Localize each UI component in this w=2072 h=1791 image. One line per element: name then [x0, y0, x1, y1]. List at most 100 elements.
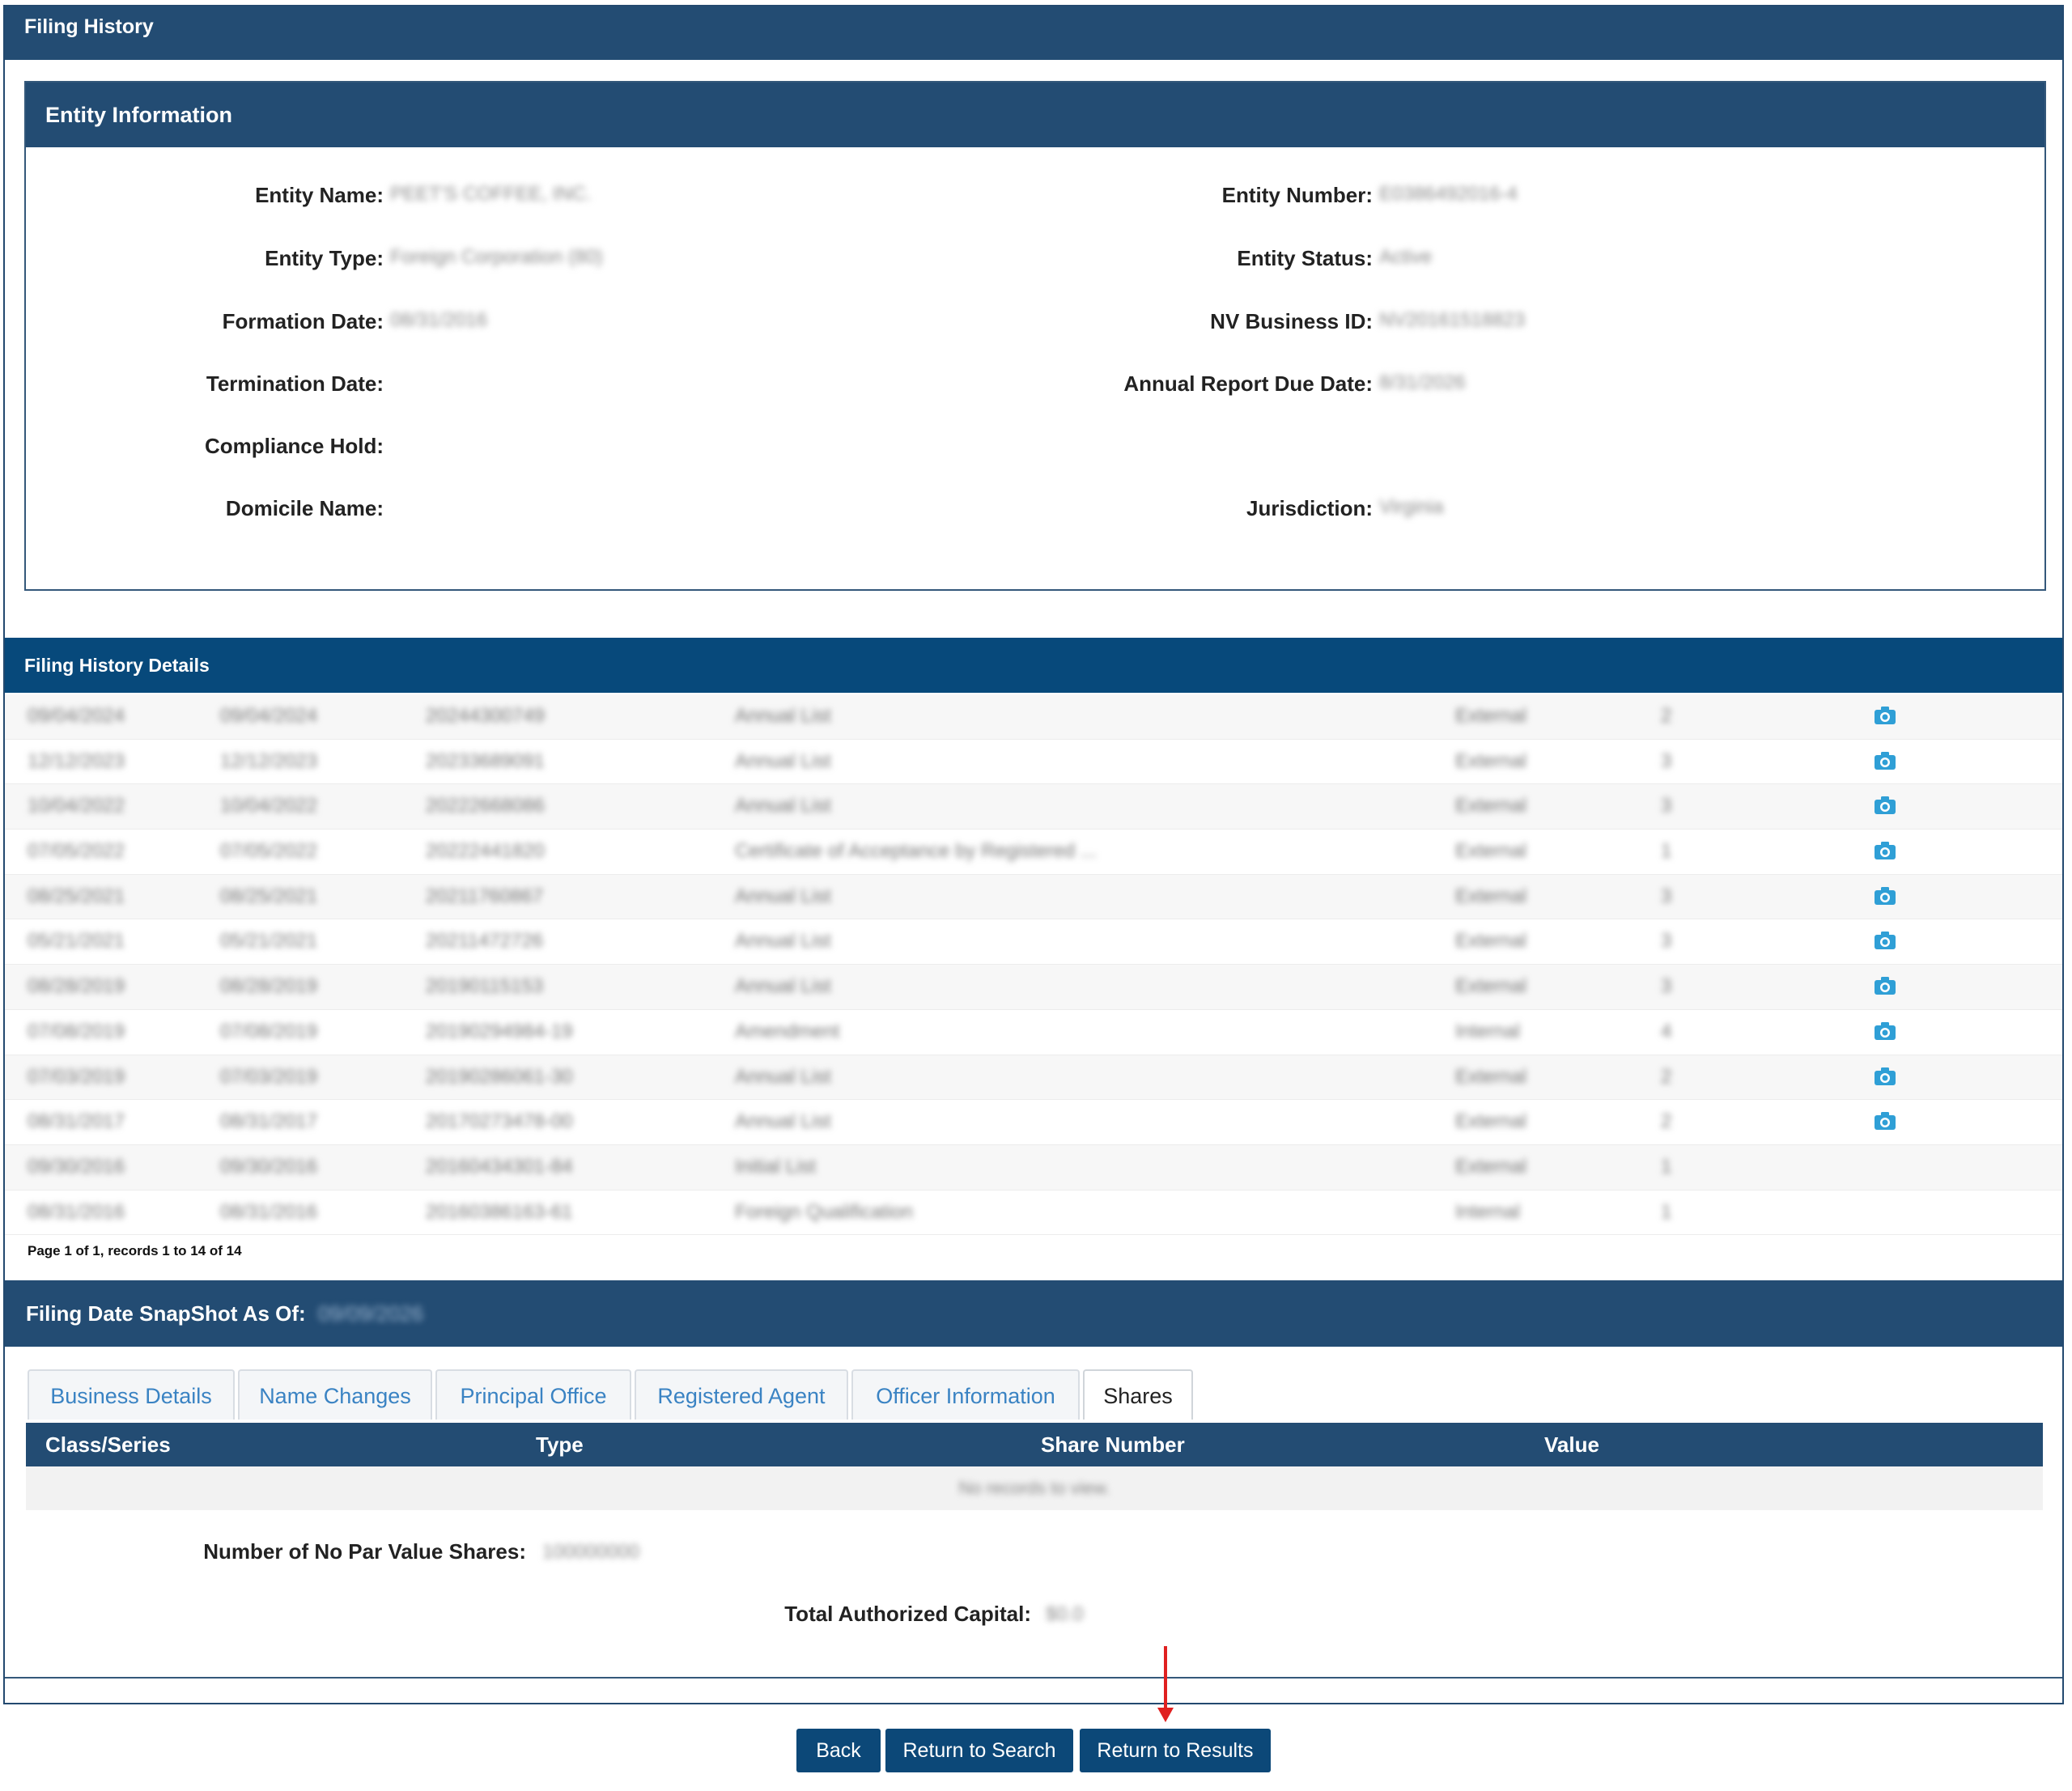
cell-pages: 3	[1661, 975, 1672, 998]
entity-name-value: PEET'S COFFEE, INC.	[390, 183, 592, 205]
cell-file-date: 08/31/2016	[28, 1200, 125, 1223]
domicile-name-label: Domicile Name:	[225, 496, 384, 520]
formation-date-label: Formation Date:	[222, 309, 384, 333]
termination-date-label: Termination Date:	[206, 371, 384, 396]
cell-filing-number: 20190286061-30	[426, 1065, 573, 1088]
camera-icon[interactable]	[1873, 1021, 1897, 1042]
camera-icon[interactable]	[1873, 930, 1897, 951]
cell-file-date: 10/04/2022	[28, 795, 125, 817]
cell-document-type: Initial List	[735, 1155, 817, 1178]
no-par-shares-label: Number of No Par Value Shares:	[203, 1539, 526, 1564]
table-row: 08/31/2017 08/31/2017 20170273478-00 Annual…	[5, 1100, 2062, 1145]
cell-file-date: 09/04/2024	[28, 705, 125, 727]
cell-file-date: 08/28/2019	[28, 975, 125, 998]
table-row: 08/25/2021 08/25/2021 20211760867 Annual Li…	[5, 874, 2062, 920]
cell-effective-date: 07/05/2022	[220, 840, 318, 863]
total-capital-label: Total Authorized Capital:	[784, 1602, 1031, 1626]
table-row: 08/28/2019 08/28/2019 20190115153 Annual Li…	[5, 965, 2062, 1010]
table-row: 12/12/2023 12/12/2023 20233689091 Annual Li…	[5, 740, 2062, 785]
entity-number-label: Entity Number:	[1221, 183, 1373, 207]
snapshot-label: Filing Date SnapShot As Of:	[26, 1301, 306, 1326]
cell-effective-date: 08/28/2019	[220, 975, 318, 998]
cell-filing-number: 20190115153	[426, 975, 544, 998]
cell-document-type: Annual List	[735, 1110, 831, 1133]
table-row: 05/21/2021 05/21/2021 20211472726 Annual Li…	[5, 919, 2062, 966]
cell-pages: 2	[1661, 1065, 1672, 1088]
entity-type-value: Foreign Corporation (80)	[390, 246, 603, 268]
cell-filing-number: 20211760867	[426, 885, 544, 907]
cell-source: External	[1455, 705, 1527, 727]
cell-pages: 2	[1661, 705, 1672, 727]
cell-document-type: Annual List	[735, 930, 831, 953]
cell-document-type: Annual List	[735, 749, 831, 772]
column-share-number: Share Number	[1041, 1432, 1185, 1457]
shares-table-header: Class/Series Type Share Number Value	[26, 1423, 2043, 1466]
cell-filing-number: 20211472726	[426, 930, 544, 953]
tab-shares[interactable]: Shares	[1083, 1369, 1193, 1420]
cell-source: External	[1455, 930, 1527, 953]
column-class-series: Class/Series	[45, 1432, 171, 1457]
return-to-results-button[interactable]: Return to Results	[1080, 1729, 1271, 1772]
camera-icon[interactable]	[1873, 840, 1897, 861]
cell-filing-number: 20244300749	[426, 705, 545, 727]
cell-effective-date: 07/03/2019	[220, 1065, 318, 1088]
cell-effective-date: 08/31/2016	[220, 1200, 318, 1223]
cell-source: External	[1455, 749, 1527, 772]
cell-file-date: 09/30/2016	[28, 1155, 125, 1178]
cell-source: Internal	[1455, 1200, 1521, 1223]
tab-name-changes[interactable]: Name Changes	[238, 1369, 432, 1420]
cell-pages: 3	[1661, 885, 1672, 907]
cell-effective-date: 08/25/2021	[220, 885, 318, 907]
entity-status-label: Entity Status:	[1237, 246, 1373, 270]
filing-history-panel: Filing History Entity Information Entity…	[3, 5, 2064, 1704]
no-par-shares-value: 100000000	[542, 1541, 640, 1563]
cell-filing-number: 20190294984-19	[426, 1020, 573, 1042]
cell-document-type: Certificate of Acceptance by Registered …	[735, 840, 1097, 863]
entity-information-header: Entity Information	[26, 83, 2044, 147]
cell-effective-date: 05/21/2021	[220, 930, 318, 953]
cell-file-date: 07/03/2019	[28, 1065, 125, 1088]
tab-principal-office[interactable]: Principal Office	[435, 1369, 631, 1420]
camera-icon[interactable]	[1873, 1066, 1897, 1087]
cell-file-date: 08/31/2017	[28, 1110, 125, 1133]
camera-icon[interactable]	[1873, 750, 1897, 771]
column-value: Value	[1544, 1432, 1599, 1457]
camera-icon[interactable]	[1873, 795, 1897, 816]
cell-pages: 1	[1661, 1155, 1672, 1178]
entity-status-value: Active	[1379, 246, 1433, 268]
cell-source: External	[1455, 885, 1527, 907]
cell-file-date: 12/12/2023	[28, 749, 125, 772]
cell-file-date: 08/25/2021	[28, 885, 125, 907]
cell-file-date: 07/08/2019	[28, 1020, 125, 1042]
cell-effective-date: 10/04/2022	[220, 795, 318, 817]
nv-business-id-value: NV20161518823	[1379, 309, 1526, 331]
cell-effective-date: 12/12/2023	[220, 749, 318, 772]
camera-icon[interactable]	[1873, 975, 1897, 996]
cell-source: Internal	[1455, 1020, 1521, 1042]
table-row: 07/08/2019 07/08/2019 20190294984-19 Amendm…	[5, 1010, 2062, 1055]
pager-status: Page 1 of 1, records 1 to 14 of 14	[28, 1243, 242, 1258]
tab-officer-information[interactable]: Officer Information	[851, 1369, 1080, 1420]
table-row: 08/31/2016 08/31/2016 20160386163-61 Foreig…	[5, 1190, 2062, 1236]
tab-business-details[interactable]: Business Details	[28, 1369, 235, 1420]
tab-registered-agent[interactable]: Registered Agent	[635, 1369, 848, 1420]
camera-icon[interactable]	[1873, 705, 1897, 726]
shares-empty-message: No records to view.	[958, 1478, 1110, 1498]
cell-pages: 4	[1661, 1020, 1672, 1042]
cell-pages: 3	[1661, 795, 1672, 817]
table-row: 10/04/2022 10/04/2022 20222668086 Annual Li…	[5, 784, 2062, 830]
jurisdiction-value: Virginia	[1379, 496, 1444, 518]
camera-icon[interactable]	[1873, 885, 1897, 906]
cell-source: External	[1455, 840, 1527, 863]
entity-information-panel: Entity Information Entity Name: PEET'S C…	[24, 81, 2046, 591]
cell-document-type: Annual List	[735, 975, 831, 998]
cell-filing-number: 20160434301-84	[426, 1155, 573, 1178]
camera-icon[interactable]	[1873, 1110, 1897, 1131]
back-button[interactable]: Back	[796, 1729, 881, 1772]
cell-pages: 3	[1661, 749, 1672, 772]
cell-source: External	[1455, 1065, 1527, 1088]
cell-filing-number: 20233689091	[426, 749, 545, 772]
shares-empty-row: No records to view.	[26, 1466, 2043, 1510]
cell-pages: 1	[1661, 840, 1672, 863]
return-to-search-button[interactable]: Return to Search	[885, 1729, 1073, 1772]
